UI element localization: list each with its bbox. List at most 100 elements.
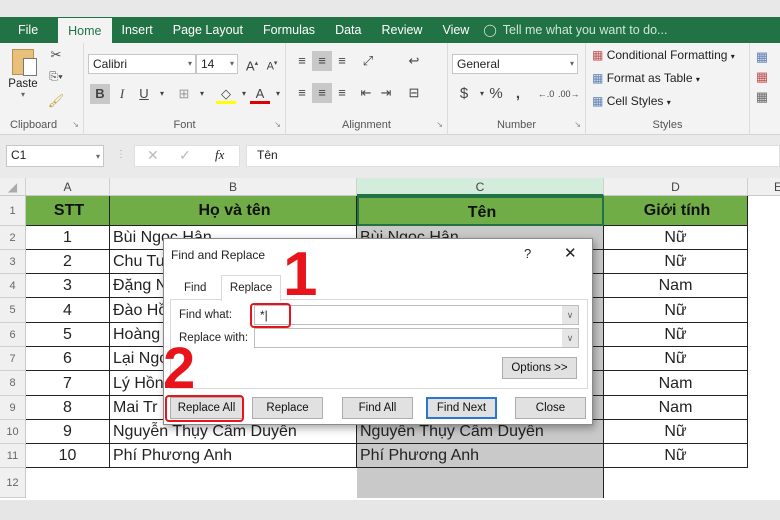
copy-icon[interactable]: ⎘▾ <box>46 67 66 87</box>
row-header[interactable]: 1 <box>0 196 26 226</box>
insert-function-icon[interactable]: fx <box>215 146 224 164</box>
alignment-launcher-icon[interactable]: ↘ <box>436 120 443 129</box>
cell-name[interactable]: Phí Phương Anh <box>357 444 604 468</box>
font-color-dropdown-icon[interactable]: ▾ <box>268 84 288 104</box>
currency-button[interactable]: $ <box>454 84 474 104</box>
find-all-button[interactable]: Find All <box>342 397 413 419</box>
number-format-select[interactable]: General ▾ <box>452 54 578 74</box>
borders-dropdown-icon[interactable]: ▾ <box>192 84 212 104</box>
decrease-font-icon[interactable]: A▾ <box>262 54 282 74</box>
find-next-button[interactable]: Find Next <box>426 397 497 419</box>
number-launcher-icon[interactable]: ↘ <box>574 120 581 129</box>
cell-gender[interactable]: Nữ <box>604 420 748 444</box>
cell-stt[interactable]: 9 <box>26 420 110 444</box>
cell-fullname[interactable]: Phí Phương Anh <box>110 444 357 468</box>
tab-insert[interactable]: Insert <box>112 17 163 43</box>
row-header[interactable]: 12 <box>0 468 26 498</box>
row-header[interactable]: 11 <box>0 444 26 468</box>
align-right-icon[interactable]: ≡ <box>332 83 352 103</box>
decrease-indent-icon[interactable]: ⇤ <box>356 83 376 103</box>
cell-gender[interactable]: Nữ <box>604 347 748 371</box>
cell-gender[interactable]: Nam <box>604 274 748 298</box>
cell-styles-button[interactable]: ▦ Cell Styles ▾ <box>592 94 671 108</box>
align-center-icon[interactable]: ≡ <box>312 83 332 103</box>
tab-home[interactable]: Home <box>58 18 112 44</box>
cell-stt[interactable]: 6 <box>26 347 110 371</box>
header-cell-gender[interactable]: Giới tính <box>604 196 748 226</box>
format-cells-icon[interactable]: ▦ <box>752 87 772 107</box>
format-painter-icon[interactable]: 🖌 <box>46 91 66 111</box>
tab-data[interactable]: Data <box>325 17 371 43</box>
row-header[interactable]: 5 <box>0 298 26 323</box>
font-launcher-icon[interactable]: ↘ <box>274 120 281 129</box>
cell-gender[interactable]: Nam <box>604 396 748 420</box>
tab-view[interactable]: View <box>432 17 479 43</box>
cut-icon[interactable]: ✂ <box>46 45 66 65</box>
cancel-icon[interactable]: ✕ <box>147 146 159 164</box>
underline-button[interactable]: U <box>134 84 154 104</box>
font-name-select[interactable]: Calibri ▾ <box>88 54 196 74</box>
cell-stt[interactable]: 2 <box>26 250 110 274</box>
name-box[interactable]: C1 ▾ <box>6 145 104 167</box>
row-header[interactable]: 10 <box>0 420 26 444</box>
row-header[interactable]: 2 <box>0 226 26 250</box>
bold-button[interactable]: B <box>90 84 110 104</box>
comma-button[interactable]: , <box>508 84 528 104</box>
font-size-select[interactable]: 14 ▾ <box>196 54 238 74</box>
dialog-tab-replace[interactable]: Replace <box>221 275 281 301</box>
column-header-b[interactable]: B <box>110 178 357 196</box>
cell-gender[interactable]: Nữ <box>604 323 748 347</box>
cell-stt[interactable]: 1 <box>26 226 110 250</box>
fill-color-icon[interactable]: ◇ <box>216 84 236 104</box>
delete-cells-icon[interactable]: ▦ <box>752 67 772 87</box>
cell-stt[interactable]: 8 <box>26 396 110 420</box>
format-as-table-button[interactable]: ▦ Format as Table ▾ <box>592 71 700 85</box>
merge-center-icon[interactable]: ⊟ <box>404 83 424 103</box>
cell-stt[interactable]: 7 <box>26 371 110 396</box>
increase-decimal-icon[interactable]: ←.0 <box>536 84 556 104</box>
options-button[interactable]: Options >> <box>502 357 577 379</box>
percent-button[interactable]: % <box>486 84 506 104</box>
row-header[interactable]: 6 <box>0 323 26 347</box>
paste-button[interactable]: Paste ▾ <box>8 49 38 99</box>
header-cell-fullname[interactable]: Họ và tên <box>110 196 357 226</box>
tab-formulas[interactable]: Formulas <box>253 17 325 43</box>
column-header-d[interactable]: D <box>604 178 748 196</box>
cell-stt[interactable]: 5 <box>26 323 110 347</box>
cell-name[interactable] <box>357 468 604 498</box>
replace-with-input[interactable]: ∨ <box>254 328 579 348</box>
row-header[interactable]: 3 <box>0 250 26 274</box>
enter-icon[interactable]: ✓ <box>179 146 191 164</box>
cell-gender[interactable]: Nam <box>604 371 748 396</box>
wrap-text-icon[interactable]: ↩ <box>404 51 424 71</box>
header-cell-stt[interactable]: STT <box>26 196 110 226</box>
tell-me-search[interactable]: Tell me what you want to do... <box>503 23 668 37</box>
cell-stt[interactable]: 4 <box>26 298 110 323</box>
underline-dropdown-icon[interactable]: ▾ <box>152 84 172 104</box>
header-cell-name[interactable]: Tên <box>357 196 604 226</box>
tab-page-layout[interactable]: Page Layout <box>163 17 253 43</box>
align-top-icon[interactable]: ≡ <box>292 51 312 71</box>
replace-button[interactable]: Replace <box>252 397 323 419</box>
close-icon[interactable]: ✕ <box>564 244 577 262</box>
close-button[interactable]: Close <box>515 397 586 419</box>
orientation-icon[interactable]: ⤢ <box>358 51 378 71</box>
column-header-e[interactable]: E <box>748 178 780 196</box>
conditional-formatting-button[interactable]: ▦ Conditional Formatting ▾ <box>592 48 735 62</box>
cell-gender[interactable]: Nữ <box>604 226 748 250</box>
dialog-tab-find[interactable]: Find <box>184 282 206 294</box>
select-all-corner[interactable]: ◢ <box>0 178 26 196</box>
tab-review[interactable]: Review <box>371 17 432 43</box>
cell-stt[interactable]: 3 <box>26 274 110 298</box>
row-header[interactable]: 9 <box>0 396 26 420</box>
tab-file[interactable]: File <box>0 17 48 43</box>
replace-dropdown-icon[interactable]: ∨ <box>562 329 578 347</box>
help-button[interactable]: ? <box>524 246 531 261</box>
cell-gender[interactable]: Nữ <box>604 298 748 323</box>
decrease-decimal-icon[interactable]: .00→ <box>558 84 580 104</box>
row-header[interactable]: 4 <box>0 274 26 298</box>
increase-font-icon[interactable]: A▴ <box>242 54 262 74</box>
align-bottom-icon[interactable]: ≡ <box>332 51 352 71</box>
formula-input[interactable]: Tên <box>246 145 780 167</box>
cell-stt[interactable]: 10 <box>26 444 110 468</box>
